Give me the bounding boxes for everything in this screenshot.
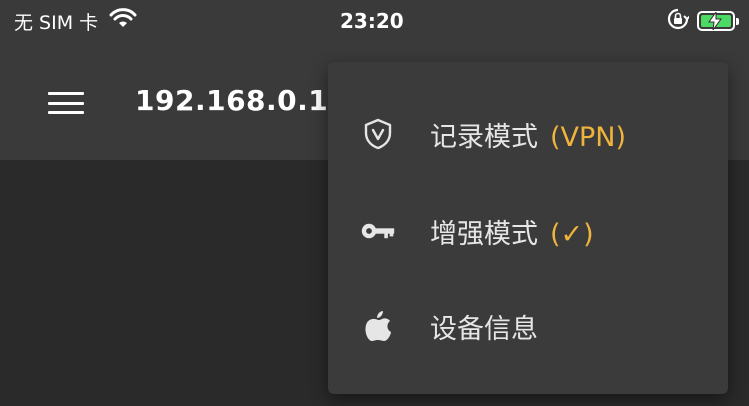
menu-item-enhanced-mode[interactable]: 增强模式 (✓): [328, 185, 728, 277]
battery-icon: [697, 11, 739, 31]
status-right: [667, 8, 739, 34]
wifi-icon: [108, 7, 138, 35]
menu-item-record-mode[interactable]: 记录模式 (VPN): [328, 88, 728, 180]
orientation-lock-icon: [667, 8, 691, 34]
menu-item-label: 增强模式 (✓): [430, 218, 594, 250]
dropdown-menu: 记录模式 (VPN) 增强模式 (✓) 设备信息: [328, 62, 728, 394]
status-bar: 无 SIM 卡 23:20: [0, 0, 749, 42]
menu-item-label: 记录模式 (VPN): [430, 121, 627, 153]
status-left: 无 SIM 卡: [14, 7, 138, 35]
menu-item-suffix: (✓): [550, 218, 594, 250]
key-icon: [360, 213, 396, 249]
menu-item-suffix: (VPN): [550, 121, 627, 153]
shield-v-icon: [360, 116, 396, 152]
page-title: 192.168.0.1: [135, 84, 329, 117]
menu-item-label: 设备信息: [430, 313, 538, 345]
carrier-label: 无 SIM 卡: [14, 11, 99, 34]
apple-icon: [360, 308, 396, 344]
screen: 无 SIM 卡 23:20 192.168.0.1 记录模式 (VPN) 增强模…: [0, 0, 749, 406]
hamburger-menu-icon[interactable]: [44, 86, 88, 120]
menu-item-device-info[interactable]: 设备信息: [328, 280, 728, 372]
status-time: 23:20: [340, 9, 404, 33]
charging-bolt-icon: [708, 12, 722, 30]
battery-cap: [736, 18, 739, 25]
